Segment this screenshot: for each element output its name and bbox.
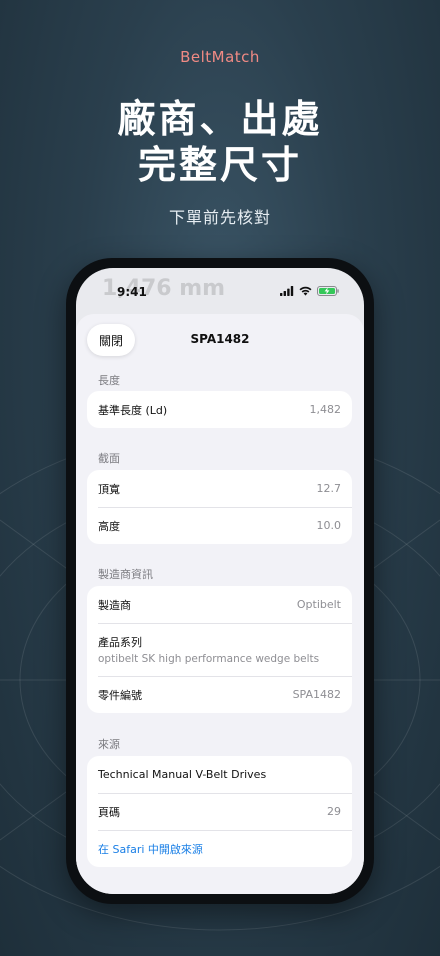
row-value: Optibelt — [296, 598, 341, 611]
row-label: Technical Manual V-Belt Drives — [98, 768, 267, 781]
headline-line-1: 廠商、出處 — [117, 97, 323, 141]
row-value: 29 — [327, 805, 341, 818]
subheadline: 下單前先核對 — [168, 208, 271, 227]
row-value: optibelt SK high performance wedge belts — [98, 653, 320, 665]
row-label: 頂寬 — [98, 482, 120, 496]
open-in-safari-link[interactable]: 在 Safari 中開啟來源 — [98, 841, 203, 857]
row-value: 1,482 — [309, 403, 342, 416]
headline: 廠商、出處 完整尺寸 — [0, 96, 440, 188]
row-value: SPA1482 — [292, 688, 341, 701]
top-width-row: 頂寬 12.7 — [87, 470, 352, 507]
length-group: 基準長度 (Ld) 1,482 — [87, 391, 352, 428]
row-value: 10.0 — [316, 519, 342, 532]
open-in-safari-row[interactable]: 在 Safari 中開啟來源 — [87, 830, 352, 867]
page-number-row: 頁碼 29 — [87, 793, 352, 830]
phone-screen: 1,476 mm 9:41 關閉 SPA1482 長度 基準長度 (Ld) 1,… — [76, 268, 364, 894]
section-label-source: 來源 — [98, 738, 120, 751]
headline-line-2: 完整尺寸 — [137, 143, 302, 187]
manufacturer-group: 製造商 Optibelt 產品系列 optibelt SK high perfo… — [87, 586, 352, 713]
signal-icon — [280, 286, 294, 296]
source-document-row: Technical Manual V-Belt Drives — [87, 756, 352, 793]
source-group: Technical Manual V-Belt Drives 頁碼 29 在 S… — [87, 756, 352, 867]
part-number-row: 零件編號 SPA1482 — [87, 676, 352, 713]
sheet-title: SPA1482 — [190, 332, 250, 346]
cross-section-group: 頂寬 12.7 高度 10.0 — [87, 470, 352, 544]
height-row: 高度 10.0 — [87, 507, 352, 544]
product-series-row: 產品系列 optibelt SK high performance wedge … — [87, 623, 352, 676]
row-label: 製造商 — [98, 598, 131, 612]
manufacturer-row: 製造商 Optibelt — [87, 586, 352, 623]
phone-frame: 1,476 mm 9:41 關閉 SPA1482 長度 基準長度 (Ld) 1,… — [66, 258, 374, 904]
battery-charging-icon — [317, 286, 339, 296]
brand-name: BeltMatch — [180, 48, 260, 66]
datum-length-row: 基準長度 (Ld) 1,482 — [87, 391, 352, 428]
section-label-length: 長度 — [98, 374, 120, 387]
status-icons — [280, 286, 339, 296]
row-value: 12.7 — [316, 482, 342, 495]
section-label-manufacturer: 製造商資訊 — [98, 568, 153, 581]
wifi-icon — [299, 286, 312, 296]
row-label: 產品系列 — [98, 636, 142, 649]
detail-sheet: 關閉 SPA1482 長度 基準長度 (Ld) 1,482 截面 頂寬 12.7… — [76, 314, 364, 894]
section-label-cross-section: 截面 — [98, 452, 120, 465]
status-time: 9:41 — [117, 285, 147, 299]
row-label: 頁碼 — [98, 805, 120, 819]
row-label: 高度 — [98, 519, 120, 533]
row-label: 零件編號 — [98, 688, 142, 702]
row-label: 基準長度 (Ld) — [98, 403, 168, 417]
